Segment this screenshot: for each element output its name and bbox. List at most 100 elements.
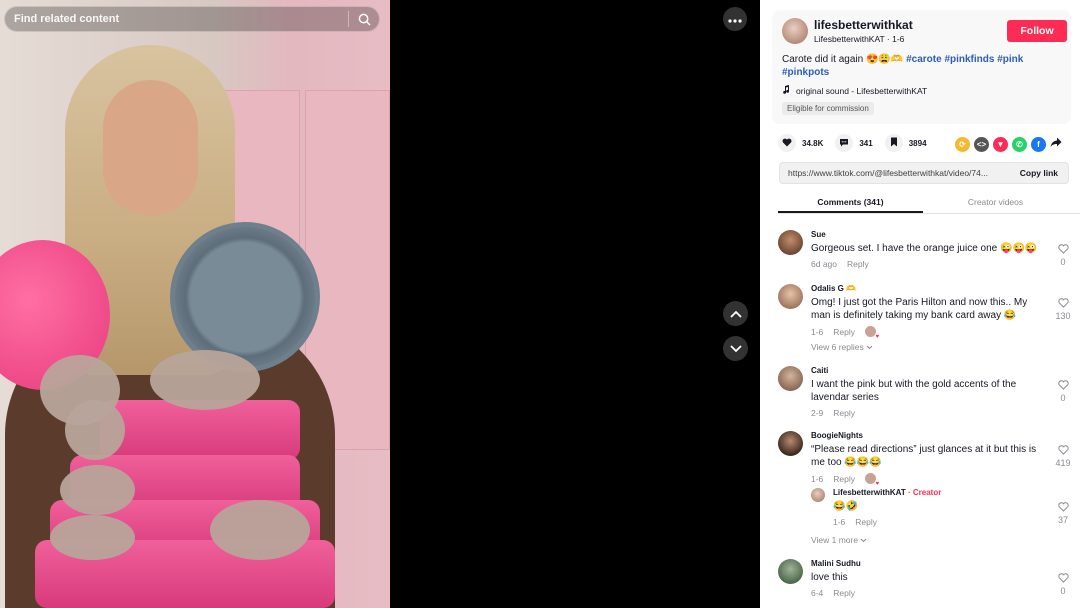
heart-outline-icon [1053, 502, 1073, 512]
comment-like-button[interactable]: 0 [1053, 573, 1073, 596]
comment-like-button[interactable]: 0 [1053, 380, 1073, 403]
video-pan-protector [150, 350, 260, 410]
commenter-avatar[interactable] [778, 559, 803, 584]
hashtag-link[interactable]: #pink [997, 54, 1023, 65]
find-related-search[interactable]: Find related content [4, 6, 380, 32]
reply-button[interactable]: Reply [833, 408, 855, 418]
creator-liked-icon [865, 326, 879, 340]
chevron-down-icon [860, 535, 867, 545]
heart-outline-icon [1053, 573, 1073, 583]
creator-name[interactable]: LifesbetterwithKAT [833, 488, 906, 497]
comment-like-button[interactable]: 419 [1053, 445, 1073, 468]
hashtag-link[interactable]: #pinkpots [782, 67, 829, 78]
chevron-up-icon [729, 305, 742, 323]
sound-name: original sound - LifesbetterwithKAT [796, 85, 928, 96]
like-button[interactable] [778, 134, 796, 152]
view-more-replies-button[interactable]: View 1 more [811, 535, 867, 545]
reply-button[interactable]: Reply [847, 259, 869, 269]
video-person-face [103, 80, 198, 215]
hashtag-link[interactable]: #pinkfinds [944, 54, 994, 65]
send-icon[interactable]: ▼ [993, 136, 1008, 152]
creator-reply-header: LifesbetterwithKAT · Creator [833, 488, 941, 497]
creator-reply-meta: 1-6 Reply [833, 517, 877, 527]
view-replies-label: View 6 replies [811, 342, 864, 352]
heart-outline-icon [1053, 380, 1073, 390]
commenter-avatar[interactable] [778, 431, 803, 456]
creator-separator: · [905, 488, 913, 497]
tab-creator-videos[interactable]: Creator videos [923, 192, 1068, 213]
creator-reply-text: 😂🤣 [833, 501, 858, 512]
copy-link-button[interactable]: Copy link [1020, 168, 1058, 178]
heart-outline-icon [1053, 445, 1073, 455]
facebook-icon[interactable]: f [1031, 136, 1046, 152]
music-note-icon [782, 85, 790, 96]
commenter-name[interactable]: Odalis G 🫶 [811, 284, 856, 293]
favorite-button[interactable] [884, 134, 903, 152]
heart-icon [782, 134, 792, 152]
repost-icon[interactable]: ⟳ [955, 136, 970, 152]
comment-meta: 6d ago Reply [811, 259, 869, 269]
creator-liked-icon [865, 473, 879, 487]
comment-like-count: 130 [1055, 311, 1071, 321]
video-link-box: https://www.tiktok.com/@lifesbetterwithk… [779, 162, 1069, 184]
commenter-name[interactable]: BoogieNights [811, 431, 863, 440]
hashtag-link[interactable]: #carote [906, 54, 942, 65]
bookmark-icon [890, 134, 898, 152]
view-replies-button[interactable]: View 6 replies [811, 342, 873, 352]
commenter-name[interactable]: Malini Sudhu [811, 559, 861, 568]
commenter-name[interactable]: Caiti [811, 366, 828, 375]
commenter-avatar[interactable] [778, 230, 803, 255]
embed-icon[interactable]: <> [974, 136, 989, 152]
comment-like-button[interactable]: 37 [1053, 502, 1073, 525]
comment-item: BoogieNights “Please read directions” ju… [778, 431, 1073, 487]
comment-text: Omg! I just got the Paris Hilton and now… [811, 297, 1028, 321]
previous-video-button[interactable] [723, 301, 748, 326]
caption-text: Carote did it again 😍😩🫶 [782, 54, 904, 65]
comment-like-count: 419 [1055, 458, 1071, 468]
commenter-avatar[interactable] [778, 284, 803, 309]
comment-button[interactable] [835, 134, 854, 152]
search-icon[interactable] [349, 6, 379, 32]
commenter-name[interactable]: Sue [811, 230, 826, 239]
comment-meta: 1-6 Reply [811, 473, 879, 487]
comment-item: Caiti I want the pink but with the gold … [778, 366, 1073, 421]
follow-button[interactable]: Follow [1007, 20, 1067, 42]
comment-like-button[interactable]: 0 [1053, 244, 1073, 267]
next-video-button[interactable] [723, 336, 748, 361]
chevron-down-icon [729, 340, 742, 358]
whatsapp-icon[interactable]: ✆ [1012, 136, 1027, 152]
comment-like-count: 0 [1060, 586, 1066, 596]
share-arrow-icon[interactable] [1050, 135, 1062, 153]
comment-date: 1-6 [811, 473, 824, 484]
author-username[interactable]: lifesbetterwithkat [814, 18, 913, 32]
heart-outline-icon [1053, 244, 1073, 254]
more-options-button[interactable] [723, 7, 747, 31]
tab-comments[interactable]: Comments (341) [778, 192, 923, 213]
video-pan-protector [60, 465, 135, 515]
comment-like-button[interactable]: 130 [1053, 298, 1073, 321]
author-avatar[interactable] [782, 18, 808, 44]
video-player[interactable]: Find related content [0, 0, 390, 608]
post-caption: Carote did it again 😍😩🫶 #carote #pinkfin… [782, 53, 1067, 79]
commenter-avatar[interactable] [778, 366, 803, 391]
sound-link[interactable]: original sound - LifesbetterwithKAT [782, 85, 927, 96]
creator-badge: Creator [912, 488, 942, 497]
comment-like-count: 0 [1060, 257, 1066, 267]
reply-button[interactable]: Reply [833, 588, 855, 598]
author-nickname-date: LifesbetterwithKAT · 1-6 [814, 34, 905, 44]
creator-avatar[interactable] [811, 488, 825, 502]
video-area: Find related content [0, 0, 760, 608]
comment-icon [839, 134, 849, 152]
search-placeholder: Find related content [14, 13, 120, 25]
heart-outline-icon [1053, 298, 1073, 308]
panel-tabs: Comments (341) Creator videos [778, 192, 1080, 214]
reply-button[interactable]: Reply [833, 474, 855, 484]
reply-button[interactable]: Reply [855, 517, 877, 527]
video-url[interactable]: https://www.tiktok.com/@lifesbetterwithk… [788, 168, 1008, 178]
comment-item: Sue Gorgeous set. I have the orange juic… [778, 230, 1073, 275]
video-pan-protector [210, 500, 310, 560]
comment-item: Odalis G 🫶 Omg! I just got the Paris Hil… [778, 284, 1073, 354]
details-panel: lifesbetterwithkat LifesbetterwithKAT · … [760, 0, 1080, 608]
reply-button[interactable]: Reply [833, 327, 855, 337]
comment-date: 1-6 [811, 326, 824, 337]
